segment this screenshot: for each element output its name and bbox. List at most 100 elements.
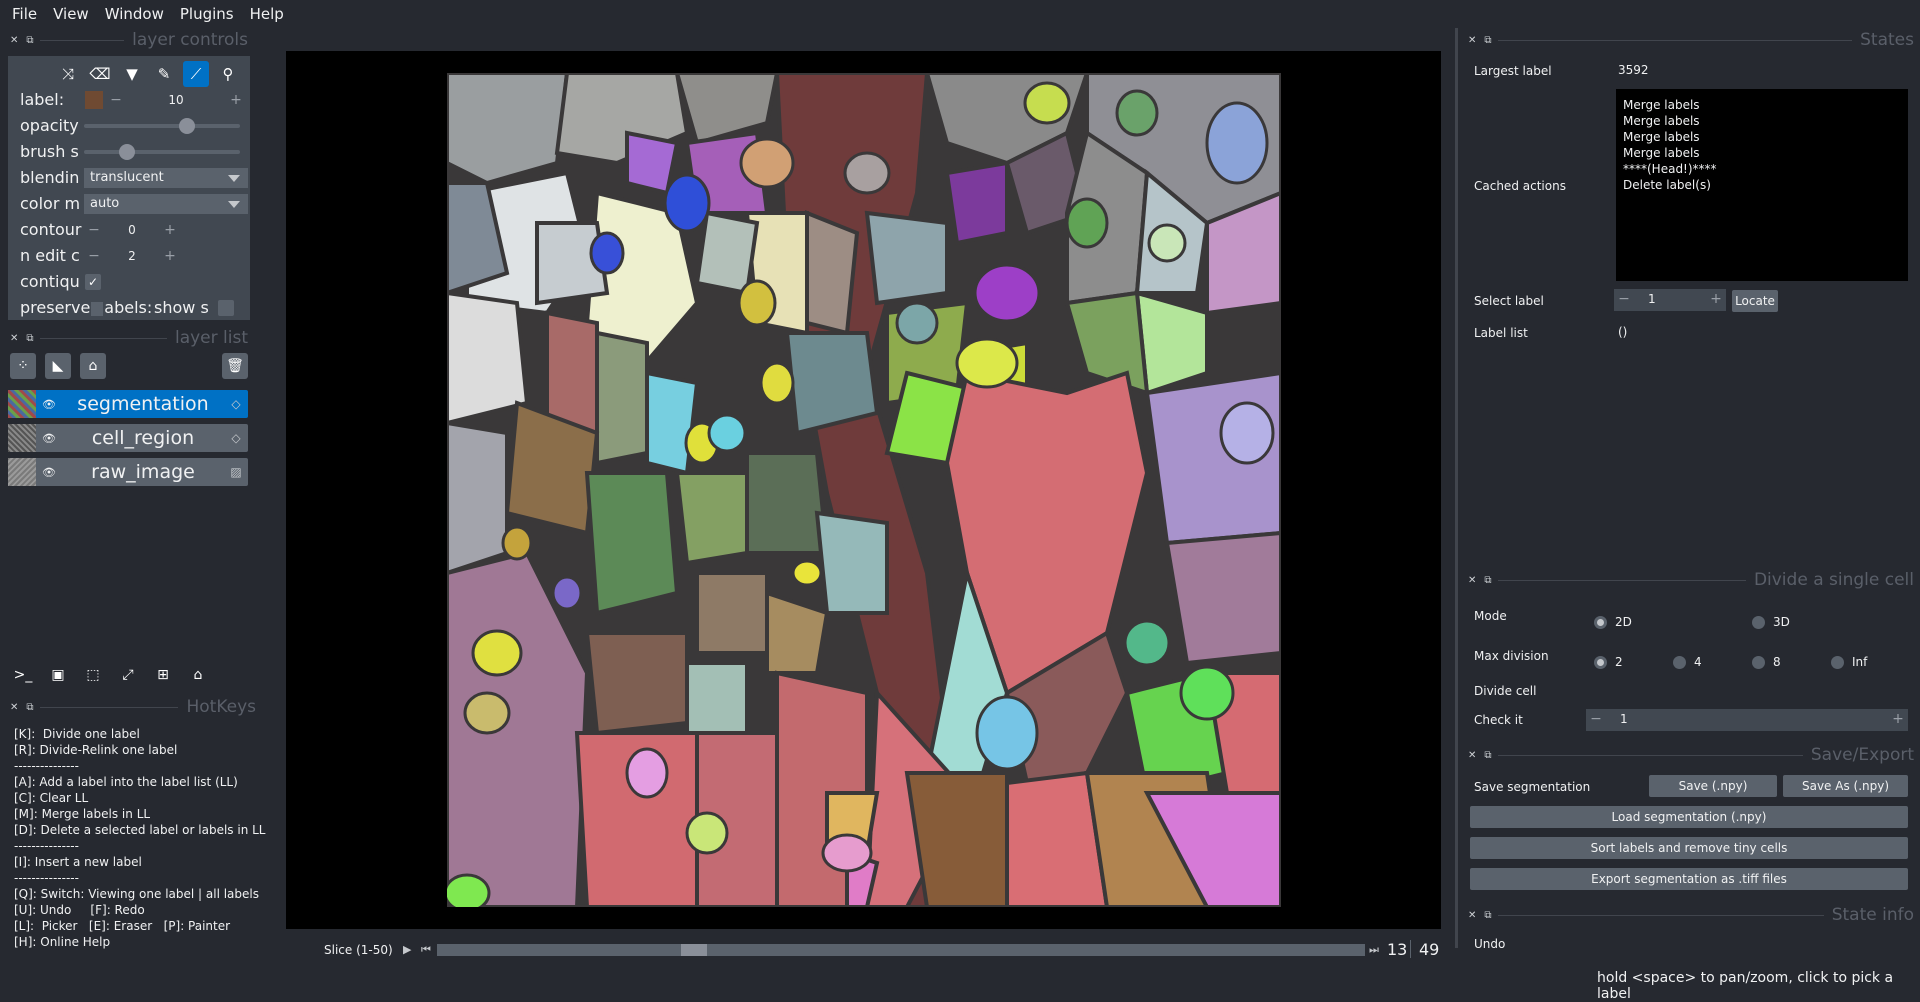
new-shapes-icon[interactable]: ◣ (45, 353, 71, 379)
float-icon[interactable]: ⧉ (1484, 750, 1491, 761)
opacity-slider[interactable] (84, 118, 240, 134)
export-tiff-button[interactable]: Export segmentation as .tiff files (1470, 868, 1908, 890)
color-mode-select[interactable]: auto (84, 194, 248, 214)
maxdiv-4-radio[interactable]: 4 (1673, 650, 1702, 674)
check-it-spinbox[interactable]: −1 + (1586, 709, 1908, 731)
hotkeys-titlebar: ✕ ⧉ HotKeys (10, 697, 256, 717)
transpose-icon[interactable]: ⤢ (115, 662, 141, 688)
brush-size-knob[interactable] (119, 144, 135, 160)
float-icon[interactable]: ⧉ (26, 333, 33, 344)
mode-3d-radio[interactable]: 3D (1752, 610, 1790, 634)
paint-brush-icon[interactable]: ✎ (151, 61, 177, 87)
hotkeys-title: HotKeys (186, 697, 256, 717)
select-label-spinbox[interactable]: −1 + (1614, 289, 1726, 311)
layer-controls-title: layer controls (132, 30, 248, 50)
save-export-title: Save/Export (1810, 745, 1914, 765)
contiguous-checkbox[interactable]: ✓ (85, 274, 101, 290)
maxdiv-8-radio[interactable]: 8 (1752, 650, 1781, 674)
blending-select[interactable]: translucent (84, 168, 248, 188)
close-icon[interactable]: ✕ (10, 35, 18, 46)
slice-total: 49 (1419, 940, 1440, 959)
locate-button[interactable]: Locate (1732, 290, 1778, 312)
ndisplay-icon[interactable]: ▣ (45, 662, 71, 688)
close-icon[interactable]: ✕ (1468, 35, 1476, 46)
home-icon[interactable]: ⌂ (185, 662, 211, 688)
select-label-text: Select label (1474, 294, 1544, 308)
slice-current: 13 (1387, 940, 1408, 959)
console-icon[interactable]: >_ (10, 662, 36, 688)
eye-icon[interactable]: 👁 (36, 432, 62, 445)
float-icon[interactable]: ⧉ (26, 702, 33, 713)
new-labels-icon[interactable]: ⌂ (80, 353, 106, 379)
layer-name[interactable]: segmentation (62, 393, 224, 415)
menu-window[interactable]: Window (97, 0, 172, 28)
layer-name[interactable]: cell_region (62, 427, 224, 449)
sort-labels-button[interactable]: Sort labels and remove tiny cells (1470, 837, 1908, 859)
radio-dot (1594, 655, 1607, 669)
cached-action-item: ****(Head!)**** (1623, 162, 1717, 176)
cached-actions-list[interactable]: Merge labels Merge labels Merge labels Merg… (1616, 89, 1908, 281)
mode-3d-label: 3D (1773, 615, 1790, 629)
layer-buttons: ⁘ ◣ ⌂ 🗑 (10, 353, 250, 379)
close-icon[interactable]: ✕ (10, 333, 18, 344)
layer-row[interactable]: 👁 cell_region ◇ (8, 424, 248, 452)
mode-text: Mode (1474, 609, 1507, 623)
layer-row[interactable]: 👁 raw_image ▨ (8, 458, 248, 486)
menu-view[interactable]: View (45, 0, 97, 28)
n-edit-dim-spinbox[interactable]: −2 + (84, 246, 180, 266)
grid-icon[interactable]: ⊞ (150, 662, 176, 688)
maxdiv-inf-label: Inf (1852, 655, 1868, 669)
contour-spinbox[interactable]: −0 + (84, 220, 180, 240)
float-icon[interactable]: ⧉ (1484, 35, 1491, 46)
shuffle-icon[interactable]: ⤨ (55, 61, 81, 87)
save-as-npy-button[interactable]: Save As (.npy) (1783, 775, 1908, 797)
maxdiv-inf-radio[interactable]: Inf (1831, 650, 1867, 674)
hotkey-line: [D]: Delete a selected label or labels i… (14, 823, 266, 837)
menu-file[interactable]: File (4, 0, 45, 28)
step-forward-icon[interactable]: ⏭ (1369, 943, 1379, 957)
eye-icon[interactable]: 👁 (36, 398, 62, 411)
slice-scrollbar[interactable] (437, 944, 1365, 956)
float-icon[interactable]: ⧉ (1484, 575, 1491, 586)
slice-handle[interactable] (680, 944, 707, 956)
trash-icon[interactable]: 🗑 (222, 353, 248, 379)
state-info-title: State info (1831, 905, 1914, 925)
divide-title: Divide a single cell (1753, 570, 1914, 590)
segmentation-image[interactable] (447, 73, 1281, 907)
maxdiv-2-label: 2 (1615, 655, 1623, 669)
close-icon[interactable]: ✕ (1468, 575, 1476, 586)
close-icon[interactable]: ✕ (10, 702, 18, 713)
step-back-icon[interactable]: ⏮ (421, 943, 431, 957)
close-icon[interactable]: ✕ (1468, 910, 1476, 921)
menu-help[interactable]: Help (242, 0, 292, 28)
color-picker-icon[interactable]: ⟋ (183, 61, 209, 87)
zoom-icon[interactable]: ⚲ (215, 61, 241, 87)
cached-action-item: Merge labels (1623, 146, 1700, 160)
layer-row[interactable]: 👁 segmentation ◇ (8, 390, 248, 418)
label-list-text: Label list (1474, 326, 1528, 340)
maxdiv-2-radio[interactable]: 2 (1594, 650, 1623, 674)
float-icon[interactable]: ⧉ (26, 35, 33, 46)
layer-thumbnail (8, 424, 36, 452)
dock-splitter[interactable] (1455, 28, 1458, 948)
roll-dims-icon[interactable]: ⬚ (80, 662, 106, 688)
state-info-titlebar: ✕ ⧉ State info (1468, 905, 1914, 925)
brush-size-slider[interactable] (84, 144, 240, 160)
load-segmentation-button[interactable]: Load segmentation (.npy) (1470, 806, 1908, 828)
eraser-icon[interactable]: ⌫ (87, 61, 113, 87)
opacity-knob[interactable] (179, 118, 196, 134)
mode-2d-radio[interactable]: 2D (1594, 610, 1632, 634)
layer-name[interactable]: raw_image (62, 461, 224, 483)
save-npy-button[interactable]: Save (.npy) (1649, 775, 1777, 797)
float-icon[interactable]: ⧉ (1484, 910, 1491, 921)
fill-icon[interactable]: ▼ (119, 61, 145, 87)
menu-plugins[interactable]: Plugins (172, 0, 242, 28)
new-points-icon[interactable]: ⁘ (10, 353, 36, 379)
cached-action-item: Merge labels (1623, 130, 1700, 144)
show-selected-checkbox[interactable] (218, 300, 234, 316)
close-icon[interactable]: ✕ (1468, 750, 1476, 761)
eye-icon[interactable]: 👁 (36, 466, 62, 479)
label-spinbox[interactable]: −10 + (106, 90, 246, 110)
play-icon[interactable]: ▶ (403, 943, 411, 956)
preserve-labels-checkbox[interactable] (91, 301, 104, 316)
